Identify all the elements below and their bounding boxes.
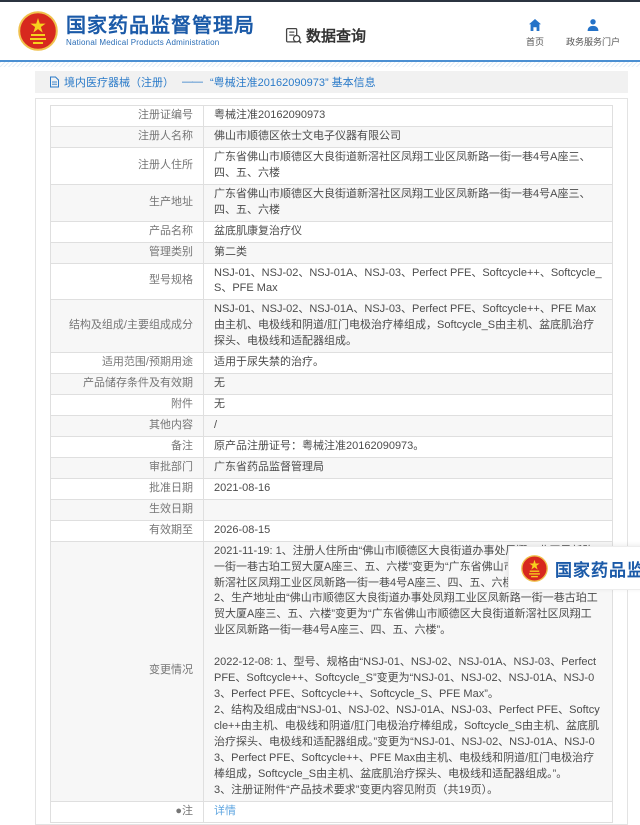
table-row: 生效日期 <box>50 498 613 521</box>
row-label: 适用范围/预期用途 <box>50 352 204 375</box>
data-query-label: 数据查询 <box>306 27 367 45</box>
table-row: 管理类别 第二类 <box>50 241 613 264</box>
home-label: 首页 <box>525 37 544 47</box>
registration-info-table: 注册证编号 粤械注准20162090973 注册人名称 佛山市顺德区依士文电子仪… <box>50 105 613 823</box>
row-label: 产品名称 <box>50 220 204 243</box>
header-right-nav: 首页 政务服务门户 <box>526 18 620 48</box>
row-label: 产品储存条件及有效期 <box>50 373 204 396</box>
row-value: 2026-08-15 <box>203 519 613 542</box>
row-label: 型号规格 <box>50 262 204 301</box>
row-value: NSJ-01、NSJ-02、NSJ-01A、NSJ-03、Perfect PFE… <box>203 299 613 354</box>
row-value: 盆底肌康复治疗仪 <box>203 220 613 243</box>
agency-title-block: 国家药品监督管理局 National Medical Products Admi… <box>66 15 255 48</box>
nav-data-query[interactable]: 数据查询 <box>285 25 366 46</box>
document-icon <box>50 76 59 88</box>
header-divider-hatch <box>0 62 640 67</box>
site-header: 国家药品监督管理局 National Medical Products Admi… <box>0 2 640 60</box>
row-label: ●注 <box>50 800 204 823</box>
breadcrumb: 境内医疗器械（注册） —— “粤械注准20162090973” 基本信息 <box>35 71 628 93</box>
row-value: 无 <box>203 394 613 416</box>
table-row: 备注 原产品注册证号：粤械注准20162090973。 <box>50 435 613 458</box>
row-label: 注册人住所 <box>50 146 204 185</box>
row-label: 注册证编号 <box>50 105 204 127</box>
row-label: 备注 <box>50 435 204 458</box>
table-row: 审批部门 广东省药品监督管理局 <box>50 456 613 479</box>
table-row: 产品储存条件及有效期 无 <box>50 373 613 396</box>
national-emblem-logo <box>18 11 58 51</box>
table-row-note: ●注 详情 <box>50 800 613 823</box>
row-value: 佛山市顺德区依士文电子仪器有限公司 <box>203 125 613 148</box>
table-row: 注册人名称 佛山市顺德区依士文电子仪器有限公司 <box>50 125 613 148</box>
row-label: 有效期至 <box>50 519 204 542</box>
row-value <box>203 498 613 521</box>
detail-link[interactable]: 详情 <box>214 805 236 817</box>
table-row: 批准日期 2021-08-16 <box>50 477 613 500</box>
row-label: 其他内容 <box>50 415 204 437</box>
row-value: 广东省佛山市顺德区大良街道新滘社区凤翔工业区凤新路一街一巷4号A座三、四、五、六… <box>203 146 613 185</box>
table-row: 注册证编号 粤械注准20162090973 <box>50 105 613 127</box>
table-row: 适用范围/预期用途 适用于尿失禁的治疗。 <box>50 352 613 375</box>
agency-name-cn: 国家药品监督管理局 <box>66 14 255 37</box>
row-value: 无 <box>203 373 613 396</box>
row-label: 结构及组成/主要组成成分 <box>50 299 204 354</box>
table-row: 生产地址 广东省佛山市顺德区大良街道新滘社区凤翔工业区凤新路一街一巷4号A座三、… <box>50 183 613 222</box>
row-value: 粤械注准20162090973 <box>203 105 613 127</box>
row-value: / <box>203 415 613 437</box>
table-row: 有效期至 2026-08-15 <box>50 519 613 542</box>
nav-gov-portal[interactable]: 政务服务门户 <box>566 18 620 48</box>
row-value: 原产品注册证号：粤械注准20162090973。 <box>203 435 613 458</box>
user-icon <box>587 19 599 31</box>
row-value: NSJ-01、NSJ-02、NSJ-01A、NSJ-03、Perfect PFE… <box>203 262 613 301</box>
gov-portal-label: 政务服务门户 <box>565 37 620 47</box>
breadcrumb-section[interactable]: 境内医疗器械（注册） <box>64 74 174 90</box>
row-label: 注册人名称 <box>50 125 204 148</box>
main-content: 境内医疗器械（注册） —— “粤械注准20162090973” 基本信息 注册证… <box>35 71 628 825</box>
row-label: 审批部门 <box>50 456 204 479</box>
row-value: 适用于尿失禁的治疗。 <box>203 352 613 375</box>
row-label: 生效日期 <box>50 498 204 521</box>
row-label: 批准日期 <box>50 477 204 500</box>
registration-info-panel: 注册证编号 粤械注准20162090973 注册人名称 佛山市顺德区依士文电子仪… <box>35 98 628 825</box>
breadcrumb-title: “粤械注准20162090973” 基本信息 <box>210 77 376 89</box>
row-value: 第二类 <box>203 241 613 264</box>
data-query-icon <box>285 27 302 44</box>
table-row: 附件 无 <box>50 394 613 416</box>
row-label: 管理类别 <box>50 241 204 264</box>
agency-name-en: National Medical Products Administration <box>66 37 220 47</box>
row-label: 附件 <box>50 394 204 416</box>
row-label: 变更情况 <box>50 540 204 802</box>
row-value: 2021-08-16 <box>203 477 613 500</box>
nav-home[interactable]: 首页 <box>526 18 544 48</box>
table-row: 其他内容 / <box>50 415 613 437</box>
home-icon <box>528 19 541 31</box>
row-value: 广东省佛山市顺德区大良街道新滘社区凤翔工业区凤新路一街一巷4号A座三、四、五、六… <box>203 183 613 222</box>
table-row: 型号规格 NSJ-01、NSJ-02、NSJ-01A、NSJ-03、Perfec… <box>50 262 613 301</box>
floating-agency-badge: 国家药品监 <box>508 546 640 590</box>
national-emblem-logo <box>521 554 548 582</box>
table-row: 注册人住所 广东省佛山市顺德区大良街道新滘社区凤翔工业区凤新路一街一巷4号A座三… <box>50 146 613 185</box>
row-value: 广东省药品监督管理局 <box>203 456 613 479</box>
table-row: 产品名称 盆底肌康复治疗仪 <box>50 220 613 243</box>
breadcrumb-separator: —— <box>182 76 203 88</box>
table-row: 结构及组成/主要组成成分 NSJ-01、NSJ-02、NSJ-01A、NSJ-0… <box>50 299 613 354</box>
row-label: 生产地址 <box>50 183 204 222</box>
